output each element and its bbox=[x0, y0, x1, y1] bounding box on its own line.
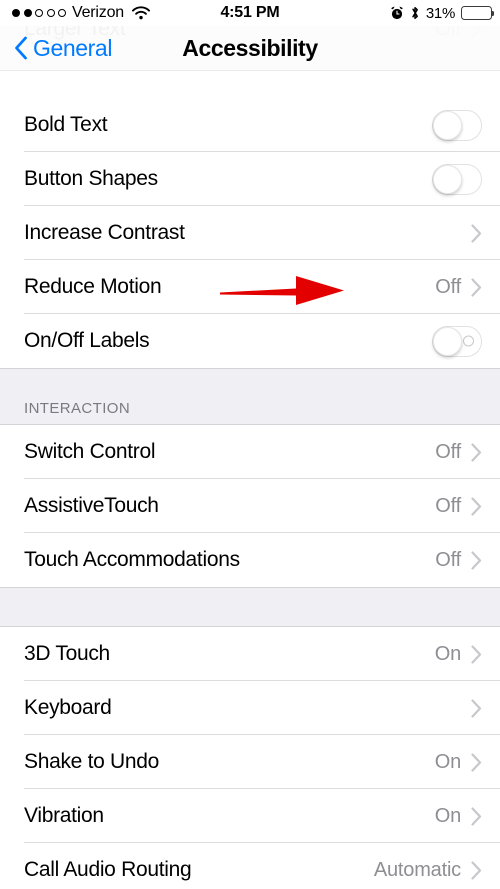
row-label: Button Shapes bbox=[24, 167, 158, 190]
row-label: Reduce Motion bbox=[24, 275, 162, 298]
row-label: Increase Contrast bbox=[24, 221, 185, 244]
row-accessory bbox=[432, 109, 482, 141]
alarm-clock-icon bbox=[391, 6, 403, 20]
row-label: AssistiveTouch bbox=[24, 494, 159, 517]
toggle-bold-text[interactable] bbox=[432, 109, 482, 141]
row-value: Off bbox=[435, 275, 461, 298]
toggle-knob bbox=[433, 110, 462, 140]
toggle-on-off-labels[interactable] bbox=[432, 325, 482, 357]
row-call-audio-routing[interactable]: Call Audio Routing Automatic bbox=[0, 843, 500, 889]
row-value: Automatic bbox=[373, 858, 461, 881]
row-3d-touch[interactable]: 3D Touch On bbox=[0, 627, 500, 681]
row-accessory bbox=[432, 163, 482, 195]
bluetooth-icon bbox=[412, 6, 418, 20]
toggle-knob bbox=[433, 164, 462, 194]
row-keyboard[interactable]: Keyboard bbox=[0, 681, 500, 735]
toggle-knob bbox=[433, 326, 462, 356]
row-label: Shake to Undo bbox=[24, 750, 160, 773]
chevron-right-icon bbox=[471, 644, 482, 664]
row-accessory: On bbox=[435, 643, 482, 666]
row-assistivetouch[interactable]: AssistiveTouch Off bbox=[0, 479, 500, 533]
chevron-right-icon bbox=[471, 860, 482, 880]
iphone-screen: Larger Text Off Bold Text bbox=[0, 0, 500, 889]
row-bold-text[interactable]: Bold Text bbox=[0, 98, 500, 152]
settings-scroll-view[interactable]: Larger Text Off Bold Text bbox=[0, 0, 500, 889]
row-increase-contrast[interactable]: Increase Contrast bbox=[0, 206, 500, 260]
row-vibration[interactable]: Vibration On bbox=[0, 789, 500, 843]
row-accessory bbox=[471, 223, 482, 243]
row-touch-accommodations[interactable]: Touch Accommodations Off bbox=[0, 533, 500, 587]
row-label: Vibration bbox=[24, 804, 104, 827]
toggle-off-label-icon bbox=[463, 335, 474, 347]
row-label: Keyboard bbox=[24, 696, 112, 719]
group-interaction: Switch Control Off AssistiveTouch Off To… bbox=[0, 425, 500, 587]
row-label: Switch Control bbox=[24, 440, 156, 463]
section-header-label: INTERACTION bbox=[24, 400, 131, 417]
toggle-button-shapes[interactable] bbox=[432, 163, 482, 195]
row-accessory: On bbox=[435, 751, 482, 774]
row-label: Touch Accommodations bbox=[24, 548, 240, 571]
row-label: Call Audio Routing bbox=[24, 858, 192, 881]
chevron-right-icon bbox=[471, 442, 482, 462]
row-accessory: Off bbox=[435, 276, 482, 299]
chevron-right-icon bbox=[471, 277, 482, 297]
row-label: 3D Touch bbox=[24, 642, 110, 665]
section-header-interaction: INTERACTION bbox=[0, 368, 500, 425]
row-button-shapes[interactable]: Button Shapes bbox=[0, 152, 500, 206]
battery-icon bbox=[461, 6, 495, 20]
navigation-bar: General Accessibility bbox=[0, 26, 500, 71]
chevron-right-icon bbox=[471, 496, 482, 516]
battery-percent-label: 31% bbox=[425, 4, 455, 22]
row-on-off-labels[interactable]: On/Off Labels bbox=[0, 314, 500, 368]
chevron-right-icon bbox=[471, 698, 482, 718]
group-vision: Bold Text Button Shapes Increase Contras… bbox=[0, 98, 500, 368]
section-gap bbox=[0, 587, 500, 627]
page-title: Accessibility bbox=[182, 35, 318, 61]
chevron-right-icon bbox=[471, 752, 482, 772]
status-bar-right: 31% bbox=[390, 4, 495, 22]
chevron-right-icon bbox=[471, 550, 482, 570]
row-accessory: Off bbox=[435, 495, 482, 518]
row-accessory: Off bbox=[435, 441, 482, 464]
group-physical-motor: 3D Touch On Keyboard Shake to Undo On Vi… bbox=[0, 627, 500, 889]
row-value: Off bbox=[435, 440, 461, 463]
row-switch-control[interactable]: Switch Control Off bbox=[0, 425, 500, 479]
row-reduce-motion[interactable]: Reduce Motion Off bbox=[0, 260, 500, 314]
row-value: Off bbox=[435, 494, 461, 517]
chevron-right-icon bbox=[471, 806, 482, 826]
row-value: Off bbox=[435, 548, 461, 571]
row-label: Bold Text bbox=[24, 113, 108, 136]
row-value: On bbox=[434, 642, 461, 665]
row-accessory: Off bbox=[435, 549, 482, 572]
row-shake-to-undo[interactable]: Shake to Undo On bbox=[0, 735, 500, 789]
status-bar: Verizon 4:51 PM 31% bbox=[0, 0, 500, 26]
chevron-right-icon bbox=[471, 223, 482, 243]
row-accessory bbox=[471, 698, 482, 718]
row-accessory: On bbox=[435, 805, 482, 828]
row-value: On bbox=[434, 804, 461, 827]
row-accessory bbox=[432, 325, 482, 357]
row-label: On/Off Labels bbox=[24, 329, 150, 352]
row-value: On bbox=[434, 750, 461, 773]
row-accessory: Automatic bbox=[374, 859, 482, 882]
